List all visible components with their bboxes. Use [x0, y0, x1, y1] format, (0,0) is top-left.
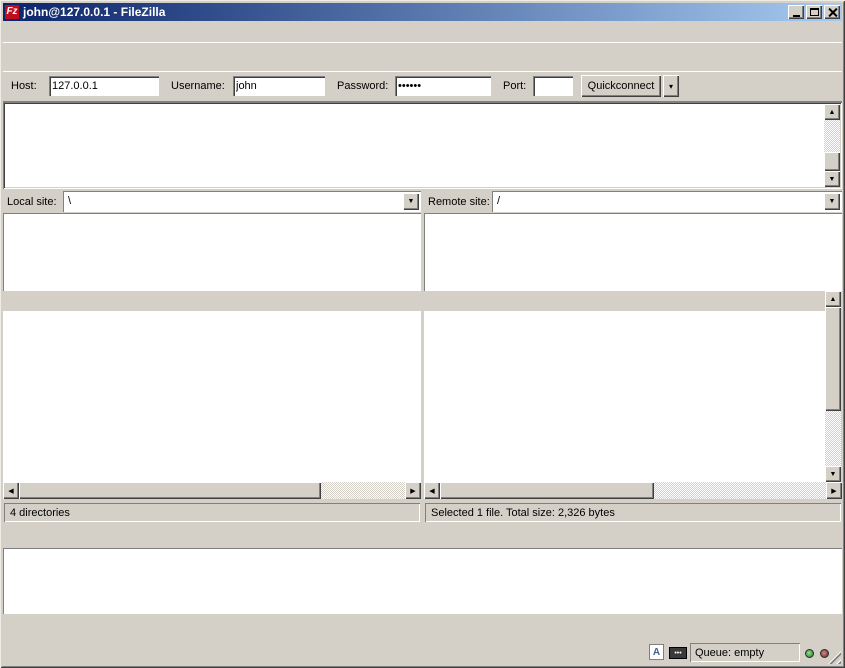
- remote-vertical-scrollbar[interactable]: ▲ ▼: [825, 291, 841, 482]
- remote-directory-tree: [424, 213, 842, 291]
- chevron-down-icon: ▼: [408, 198, 415, 205]
- scrollbar-thumb[interactable]: [824, 152, 840, 171]
- local-site-dropdown[interactable]: ▼: [403, 193, 419, 210]
- scroll-up-icon[interactable]: ▲: [824, 104, 840, 120]
- menu-bar: [3, 21, 842, 42]
- remote-site-dropdown[interactable]: ▼: [824, 193, 840, 210]
- scroll-left-icon[interactable]: ◀: [3, 482, 19, 499]
- remote-status-text: Selected 1 file. Total size: 2,326 bytes: [425, 503, 841, 522]
- local-status-text: 4 directories: [4, 503, 420, 522]
- message-log-lines: [7, 105, 822, 187]
- remote-site-label: Remote site:: [428, 196, 490, 208]
- activity-led-green: [805, 649, 814, 658]
- close-button[interactable]: [824, 5, 840, 19]
- remote-status-bar: Selected 1 file. Total size: 2,326 bytes: [424, 501, 842, 523]
- queue-tabs: [3, 616, 842, 638]
- scroll-left-icon[interactable]: ◀: [424, 482, 440, 499]
- scroll-down-icon[interactable]: ▼: [825, 466, 841, 482]
- transfer-queue-list: [3, 548, 842, 614]
- local-file-list: [3, 311, 421, 482]
- remote-horizontal-scrollbar[interactable]: ◀ ▶: [424, 482, 842, 499]
- scroll-right-icon[interactable]: ▶: [826, 482, 842, 499]
- title-bar[interactable]: Fz john@127.0.0.1 - FileZilla: [3, 3, 842, 21]
- status-bar: A ••• Queue: empty: [3, 640, 842, 665]
- username-label: Username:: [171, 80, 225, 92]
- scroll-up-icon[interactable]: ▲: [825, 291, 841, 307]
- transfer-queue-header: [3, 527, 842, 548]
- resize-grip[interactable]: [828, 651, 841, 664]
- remote-site-value: /: [497, 195, 500, 207]
- speed-limit-icon: •••: [669, 647, 687, 659]
- local-site-label: Local site:: [7, 196, 57, 208]
- maximize-button[interactable]: [806, 5, 822, 19]
- host-label: Host:: [11, 80, 37, 92]
- quickconnect-bar: Host: Username: Password: Port: Quickcon…: [3, 71, 842, 102]
- close-icon: [828, 8, 837, 17]
- minimize-button[interactable]: [788, 5, 804, 19]
- scroll-right-icon[interactable]: ▶: [405, 482, 421, 499]
- toolbar: [3, 42, 842, 71]
- remote-file-list: [424, 311, 825, 482]
- password-label: Password:: [337, 80, 388, 92]
- quickconnect-dropdown[interactable]: ▾: [663, 75, 679, 97]
- username-input[interactable]: [233, 76, 325, 96]
- scrollbar-thumb[interactable]: [825, 307, 841, 411]
- message-log: ▲ ▼: [3, 102, 842, 189]
- filezilla-app-icon: Fz: [5, 5, 19, 19]
- activity-led-red: [820, 649, 829, 658]
- queue-status-text: Queue: empty: [690, 643, 800, 662]
- filezilla-window: Fz john@127.0.0.1 - FileZilla Host: User…: [0, 0, 845, 668]
- scrollbar-thumb[interactable]: [440, 482, 654, 499]
- local-horizontal-scrollbar[interactable]: ◀ ▶: [3, 482, 421, 499]
- remote-file-list-header: [424, 291, 825, 311]
- chevron-down-icon: ▾: [669, 82, 673, 91]
- window-controls: [788, 5, 840, 19]
- scroll-down-icon[interactable]: ▼: [824, 171, 840, 187]
- remote-site-combo[interactable]: / ▼: [492, 191, 842, 212]
- minimize-icon: [793, 15, 800, 17]
- port-input[interactable]: [533, 76, 573, 96]
- local-site-row: Local site: \ ▼: [3, 191, 421, 212]
- message-log-scrollbar[interactable]: ▲ ▼: [824, 104, 840, 187]
- local-site-combo[interactable]: \ ▼: [63, 191, 421, 212]
- local-directory-tree: [3, 213, 421, 291]
- chevron-down-icon: ▼: [829, 198, 836, 205]
- window-title: john@127.0.0.1 - FileZilla: [23, 5, 165, 19]
- local-site-value: \: [68, 195, 71, 207]
- host-input[interactable]: [49, 76, 159, 96]
- maximize-icon: [810, 8, 819, 16]
- quickconnect-button[interactable]: Quickconnect: [581, 75, 661, 97]
- local-status-bar: 4 directories: [3, 501, 421, 523]
- scrollbar-thumb[interactable]: [19, 482, 321, 499]
- transfer-type-icon: A: [649, 644, 664, 660]
- port-label: Port:: [503, 80, 526, 92]
- local-file-list-header: [3, 291, 421, 311]
- remote-site-row: Remote site: / ▼: [424, 191, 842, 212]
- password-input[interactable]: [395, 76, 491, 96]
